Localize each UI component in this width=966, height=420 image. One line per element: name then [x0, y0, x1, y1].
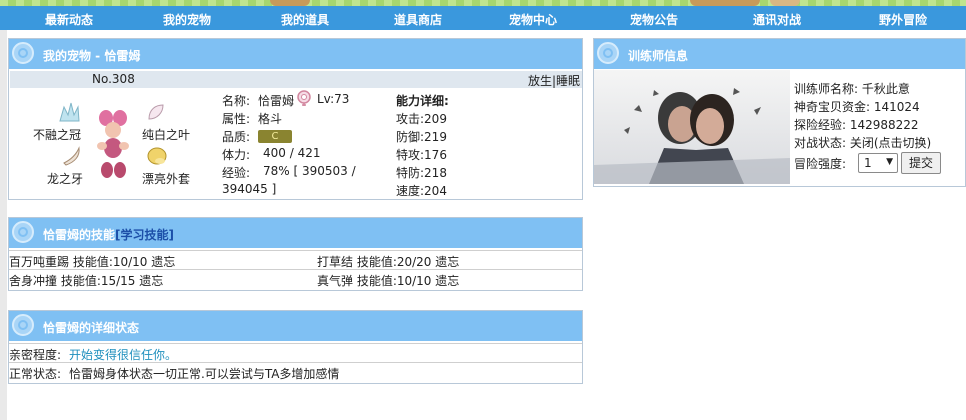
- nav-latest-news[interactable]: 最新动态: [45, 11, 93, 28]
- pet-panel-header: 我的宠物 - 恰雷姆: [9, 39, 582, 69]
- left-gutter: [0, 30, 7, 420]
- trainer-money: 神奇宝贝资金: 141024: [794, 100, 920, 114]
- intensity-select-value: 1: [864, 156, 872, 170]
- status-panel: 恰雷姆的详细状态 亲密程度: 开始变得很信任你。 正常状态: 恰雷姆身体状态一切…: [8, 310, 583, 384]
- intimacy-label: 亲密程度:: [9, 348, 62, 362]
- skill-4[interactable]: 真气弹 技能值:10/10 遗忘: [317, 272, 459, 289]
- gender-female-icon: [297, 90, 311, 106]
- nav-item-shop[interactable]: 道具商店: [394, 11, 442, 28]
- trainer-exp: 探险经验: 142988222: [794, 118, 919, 132]
- pet-type: 格斗: [258, 112, 283, 126]
- status-panel-header: 恰雷姆的详细状态: [9, 311, 582, 341]
- item-label-2: 纯白之叶: [142, 128, 191, 142]
- pet-level: Lv:73: [317, 92, 350, 106]
- quality-value: C: [258, 130, 292, 143]
- skill-3[interactable]: 舍身冲撞 技能值:15/15 遗忘: [9, 272, 163, 289]
- pet-sprite-icon: [97, 110, 129, 178]
- chevron-down-icon: ▼: [886, 157, 893, 167]
- trainer-panel-title: 训练师信息: [628, 49, 689, 63]
- skills-row-2: 舍身冲撞 技能值:15/15 遗忘 真气弹 技能值:10/10 遗忘: [9, 269, 582, 288]
- pet-exp-label: 经验:: [222, 166, 251, 180]
- stat-speed: 速度:204: [396, 184, 447, 198]
- intimacy-row: 亲密程度: 开始变得很信任你。: [9, 343, 582, 362]
- stats-heading: 能力详细:: [396, 94, 449, 108]
- crown-item-icon: [59, 102, 80, 122]
- nav-pet-center[interactable]: 宠物中心: [509, 11, 557, 28]
- dragon-fang-item-icon: [63, 146, 80, 166]
- skills-panel-header: 恰雷姆的技能[学习技能]: [9, 218, 582, 248]
- skills-panel-title: 恰雷姆的技能[学习技能]: [43, 226, 174, 243]
- item-label-4: 漂亮外套: [142, 172, 191, 186]
- pet-quality-label: 品质:: [222, 130, 251, 144]
- nav-my-pets[interactable]: 我的宠物: [163, 11, 211, 28]
- panel-ring-icon: [12, 221, 34, 243]
- pet-exp-line-1: 78% [ 390503 /: [263, 164, 356, 178]
- pet-number-bar: No.308 放生|睡眠: [10, 71, 582, 88]
- pet-exp-line-2: 394045 ]: [222, 182, 277, 196]
- submit-button[interactable]: 提交: [901, 152, 941, 174]
- normal-status-row: 正常状态: 恰雷姆身体状态一切正常.可以尝试与TA多增加感情: [9, 362, 582, 381]
- skill-1[interactable]: 百万吨重踢 技能值:10/10 遗忘: [9, 253, 175, 270]
- intensity-select[interactable]: 1 ▼: [858, 153, 898, 173]
- battle-status-toggle[interactable]: 对战状态: 关闭(点击切换): [794, 134, 931, 151]
- item-label-1: 不融之冠: [33, 128, 82, 142]
- nav-my-items[interactable]: 我的道具: [281, 11, 329, 28]
- stat-attack: 攻击:209: [396, 112, 447, 126]
- skills-panel: 恰雷姆的技能[学习技能] 百万吨重踢 技能值:10/10 遗忘 打草结 技能值:…: [8, 217, 583, 291]
- pet-hp: 400 / 421: [263, 146, 321, 160]
- pet-number: No.308: [92, 72, 135, 86]
- intimacy-value: 开始变得很信任你。: [69, 348, 178, 362]
- pet-name: 恰雷姆: [258, 94, 295, 108]
- intensity-label: 冒险强度:: [794, 157, 847, 171]
- nav-battle[interactable]: 通讯对战: [753, 11, 801, 28]
- item-label-3: 龙之牙: [47, 172, 84, 186]
- pet-hp-label: 体力:: [222, 148, 251, 162]
- status-panel-title: 恰雷姆的详细状态: [43, 321, 140, 335]
- trainer-avatar-image: [594, 70, 790, 184]
- normal-status-value: 恰雷姆身体状态一切正常.可以尝试与TA多增加感情: [69, 367, 340, 381]
- stat-sp-defense: 特防:218: [396, 166, 447, 180]
- learn-skill-link[interactable]: [学习技能]: [115, 228, 174, 242]
- trainer-name: 训练师名称: 千秋此意: [794, 82, 910, 96]
- nav-adventure[interactable]: 野外冒险: [879, 11, 927, 28]
- pet-name-label: 名称:: [222, 94, 251, 108]
- coat-item-icon: [147, 147, 167, 165]
- skills-title-text: 恰雷姆的技能: [43, 228, 116, 242]
- pet-actions[interactable]: 放生|睡眠: [528, 72, 580, 89]
- panel-ring-icon: [12, 42, 34, 64]
- nav-pet-notice[interactable]: 宠物公告: [630, 11, 678, 28]
- normal-status-label: 正常状态:: [9, 367, 62, 381]
- pet-type-label: 属性:: [222, 112, 251, 126]
- main-nav: 最新动态 我的宠物 我的道具 道具商店 宠物中心 宠物公告 通讯对战 野外冒险: [0, 6, 966, 30]
- trainer-panel-header: 训练师信息: [594, 39, 965, 69]
- pet-panel-title: 我的宠物 - 恰雷姆: [43, 49, 141, 63]
- skill-2[interactable]: 打草结 技能值:20/20 遗忘: [317, 253, 459, 270]
- skills-row-1: 百万吨重踢 技能值:10/10 遗忘 打草结 技能值:20/20 遗忘: [9, 250, 582, 269]
- pet-quality-badge: C: [258, 129, 292, 143]
- white-leaf-item-icon: [148, 104, 164, 120]
- stat-sp-attack: 特攻:176: [396, 148, 447, 162]
- panel-ring-icon: [597, 42, 619, 64]
- stat-defense: 防御:219: [396, 130, 447, 144]
- panel-ring-icon: [12, 314, 34, 336]
